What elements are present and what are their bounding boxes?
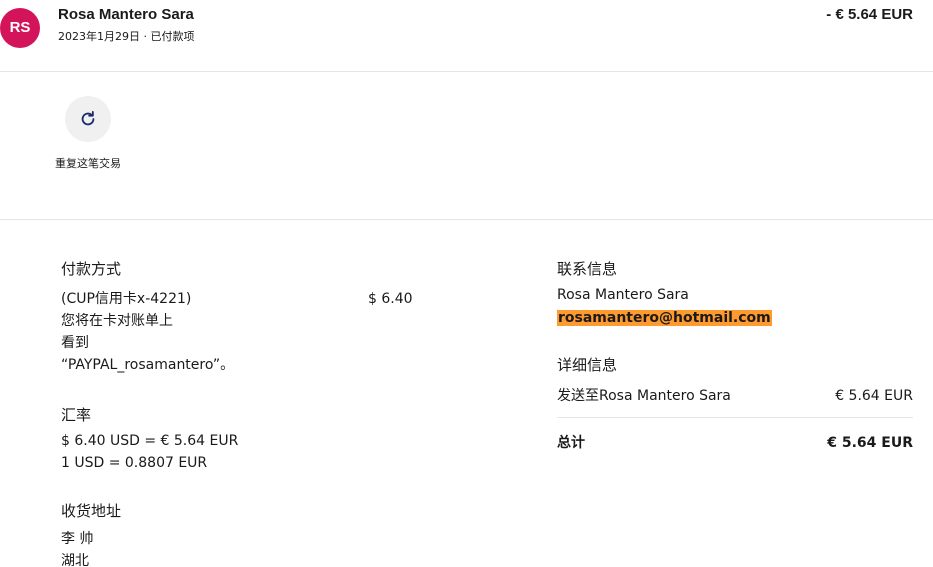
actions-section: 重复这笔交易 [0, 72, 933, 220]
transaction-amount: - € 5.64 EUR [826, 6, 913, 23]
sent-to-label: 发送至Rosa Mantero Sara [557, 388, 731, 404]
contact-email-wrap[interactable]: rosamantero@hotmail.com [557, 307, 772, 329]
transaction-detail-page: RS Rosa Mantero Sara 2023年1月29日 · 已付款项 -… [0, 0, 933, 567]
shipping-address-line-2: 湖北 [61, 553, 89, 567]
refresh-icon [81, 111, 95, 126]
transaction-date-status: 2023年1月29日 · 已付款项 [58, 30, 195, 43]
repeat-transaction-label[interactable]: 重复这笔交易 [53, 156, 123, 172]
payment-method-line-3: 看到 [61, 335, 89, 351]
counterparty-name: Rosa Mantero Sara [58, 6, 194, 23]
contact-name: Rosa Mantero Sara [557, 287, 689, 303]
details-title: 详细信息 [557, 356, 618, 374]
payment-method-line-2: 您将在卡对账单上 [61, 313, 173, 329]
exchange-rate-title: 汇率 [61, 406, 92, 424]
avatar: RS [0, 8, 40, 48]
transaction-header: RS Rosa Mantero Sara 2023年1月29日 · 已付款项 -… [0, 0, 933, 72]
payment-method-line-4: “PAYPAL_rosamantero”。 [61, 357, 235, 373]
repeat-transaction-button[interactable]: 重复这笔交易 [48, 96, 128, 172]
payment-method-title: 付款方式 [61, 260, 122, 278]
sent-to-amount: € 5.64 EUR [835, 388, 913, 404]
details-divider [557, 417, 913, 418]
shipping-address-line-1: 李 帅 [61, 531, 94, 547]
total-label: 总计 [557, 435, 585, 451]
total-amount: € 5.64 EUR [827, 435, 913, 451]
exchange-rate-line-2: 1 USD = 0.8807 EUR [61, 455, 208, 471]
payment-method-line-1: (CUP信用卡x-4221) [61, 291, 192, 307]
exchange-rate-line-1: $ 6.40 USD = € 5.64 EUR [61, 433, 239, 449]
contact-info-title: 联系信息 [557, 260, 618, 278]
shipping-address-title: 收货地址 [61, 502, 122, 520]
contact-email[interactable]: rosamantero@hotmail.com [557, 310, 772, 326]
payment-method-amount: $ 6.40 [368, 291, 413, 307]
repeat-button-circle[interactable] [65, 96, 111, 142]
